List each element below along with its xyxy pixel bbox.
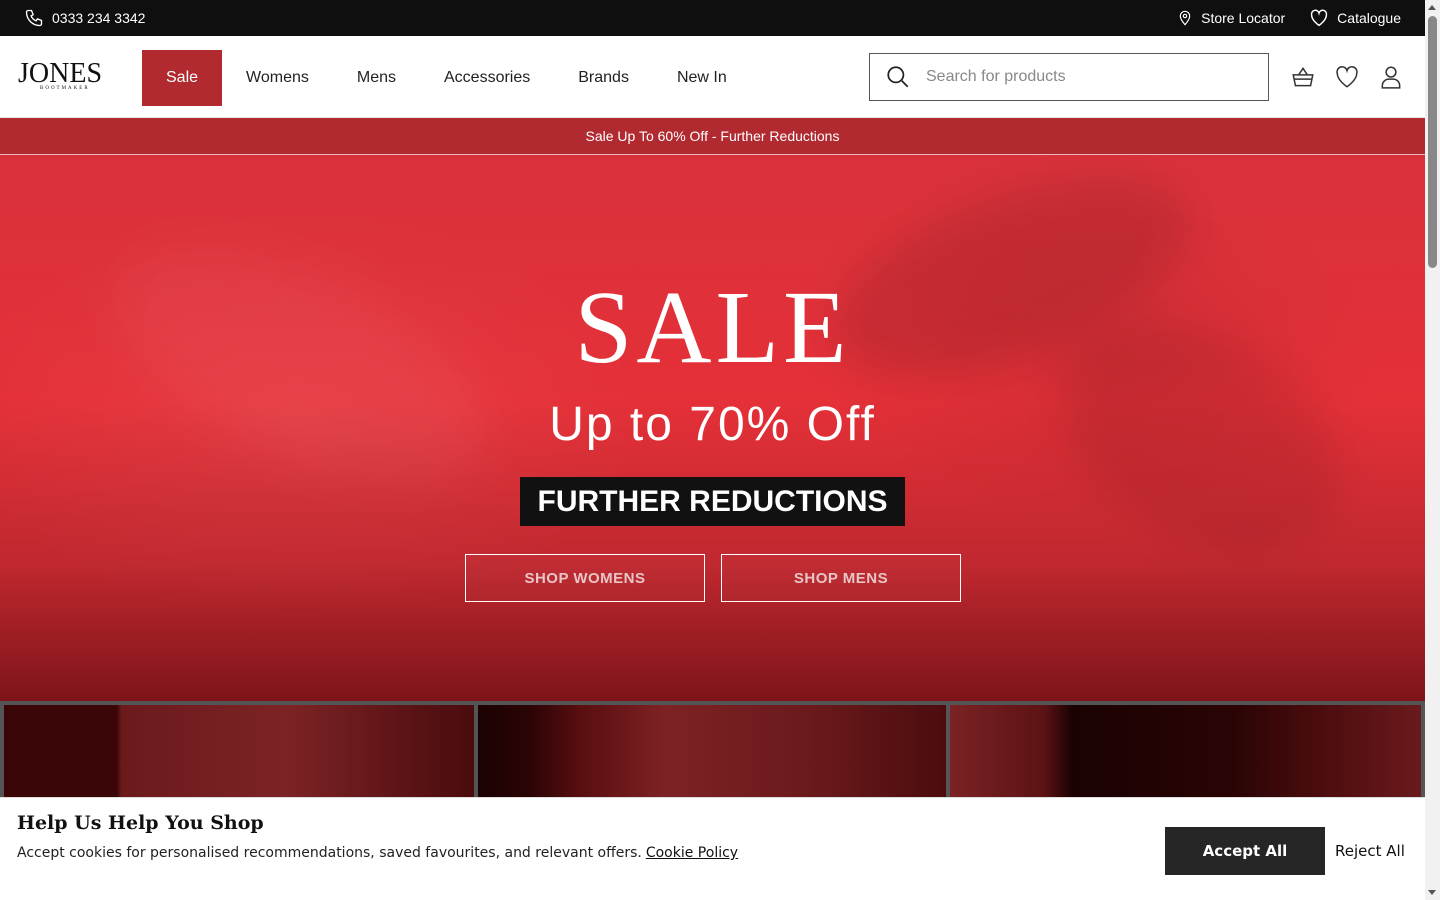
main-nav: Sale Womens Mens Accessories Brands New …: [142, 50, 751, 106]
basket-icon[interactable]: [1290, 64, 1316, 90]
catalogue-label: Catalogue: [1337, 10, 1401, 26]
search-box: [869, 53, 1269, 101]
scroll-up-arrow-icon[interactable]: [1428, 5, 1436, 10]
store-locator-link[interactable]: Store Locator: [1177, 9, 1285, 27]
nav-item-womens[interactable]: Womens: [222, 50, 333, 106]
shop-mens-button[interactable]: SHOP MENS: [721, 554, 961, 602]
category-tiles: [0, 701, 1425, 801]
cookie-title: Help Us Help You Shop: [17, 812, 264, 834]
accept-all-button[interactable]: Accept All: [1165, 827, 1325, 875]
map-pin-icon: [1177, 9, 1193, 27]
scrollbar-thumb[interactable]: [1428, 16, 1437, 268]
main-header: JONES BOOTMAKER Sale Womens Mens Accesso…: [0, 36, 1425, 118]
hero-tag: FURTHER REDUCTIONS: [520, 477, 905, 526]
promo-text: Sale Up To 60% Off - Further Reductions: [585, 128, 840, 144]
category-tile[interactable]: [4, 705, 474, 801]
hero-title: SALE: [574, 270, 851, 385]
logo-text: JONES: [18, 58, 103, 89]
cookie-text-row: Accept cookies for personalised recommen…: [17, 845, 738, 861]
catalogue-link[interactable]: Catalogue: [1309, 9, 1401, 27]
cookie-banner: Help Us Help You Shop Accept cookies for…: [0, 797, 1425, 900]
search-input[interactable]: [926, 55, 1268, 99]
top-utility-bar: 0333 234 3342 Store Locator Catalogue: [0, 0, 1425, 36]
scroll-down-arrow-icon[interactable]: [1428, 890, 1436, 895]
page-scrollbar[interactable]: [1425, 0, 1440, 900]
nav-item-new-in[interactable]: New In: [653, 50, 751, 106]
shop-womens-button[interactable]: SHOP WOMENS: [465, 554, 705, 602]
phone-icon: [24, 8, 44, 28]
wishlist-icon[interactable]: [1334, 64, 1360, 90]
phone-link[interactable]: 0333 234 3342: [24, 0, 145, 36]
heart-icon: [1309, 9, 1329, 27]
header-icons: [1290, 64, 1404, 90]
nav-item-brands[interactable]: Brands: [554, 50, 653, 106]
nav-item-sale[interactable]: Sale: [142, 50, 223, 106]
cookie-policy-link[interactable]: Cookie Policy: [646, 845, 738, 861]
search-icon[interactable]: [870, 54, 926, 100]
category-tile[interactable]: [950, 705, 1421, 801]
hero-banner: SALE Up to 70% Off FURTHER REDUCTIONS SH…: [0, 155, 1425, 701]
nav-item-mens[interactable]: Mens: [333, 50, 420, 106]
hero-subtitle: Up to 70% Off: [549, 398, 876, 451]
promo-banner[interactable]: Sale Up To 60% Off - Further Reductions: [0, 118, 1425, 155]
logo-subtext: BOOTMAKER: [40, 86, 90, 91]
category-tile[interactable]: [478, 705, 946, 801]
cookie-text: Accept cookies for personalised recommen…: [17, 845, 642, 861]
logo[interactable]: JONES BOOTMAKER: [18, 60, 110, 96]
account-icon[interactable]: [1378, 64, 1404, 90]
nav-item-accessories[interactable]: Accessories: [420, 50, 554, 106]
reject-all-button[interactable]: Reject All: [1335, 827, 1405, 875]
store-locator-label: Store Locator: [1201, 10, 1286, 26]
phone-number: 0333 234 3342: [52, 10, 146, 26]
